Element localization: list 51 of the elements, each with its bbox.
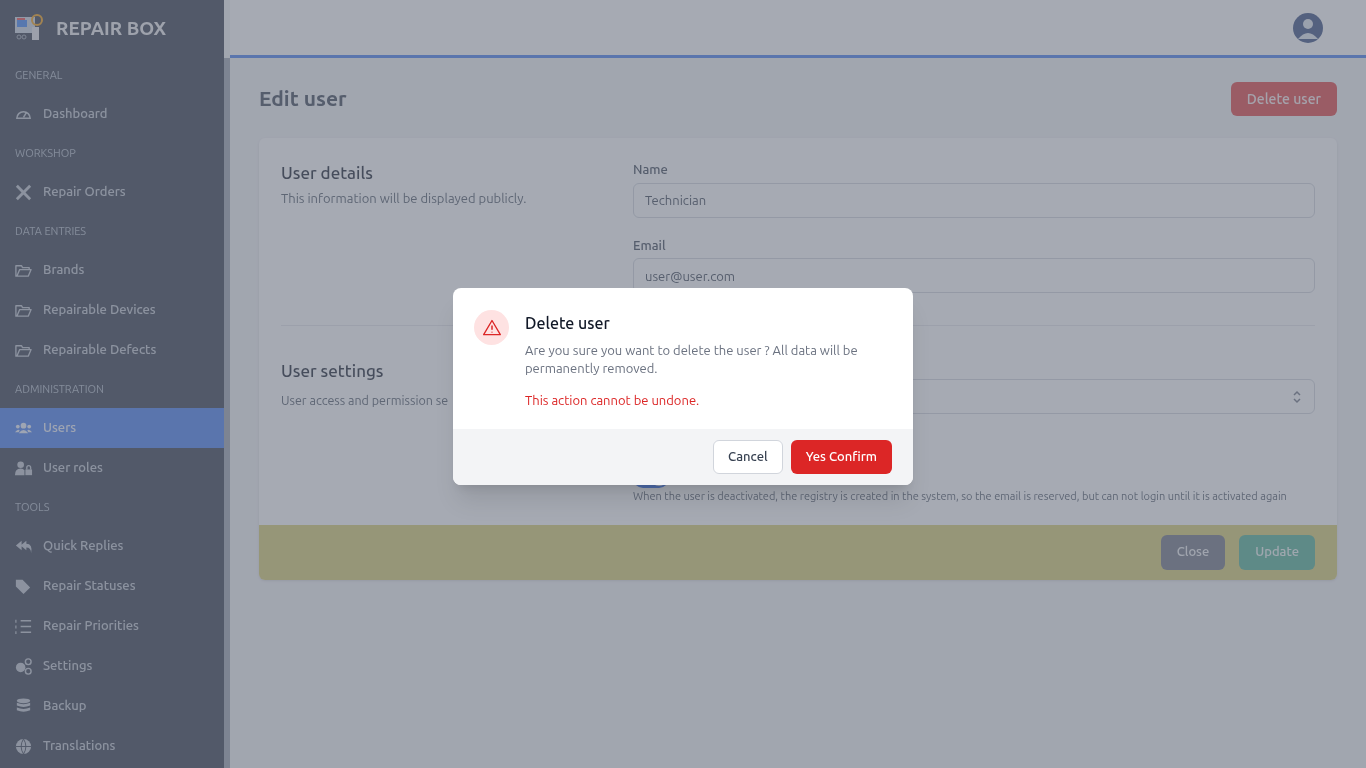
sidebar-item-label: Settings — [43, 657, 93, 675]
sidebar-item[interactable]: User roles — [0, 448, 224, 488]
chevron-up-down-icon — [1292, 388, 1302, 405]
sidebar-item[interactable]: Brands — [0, 250, 224, 290]
dialog-message: Are you sure you want to delete the user ? All data will be permanently removed. — [525, 342, 859, 377]
sidebar-item[interactable]: Users — [0, 408, 224, 448]
text-field[interactable]: Technician — [633, 182, 1315, 218]
dialog-title: Delete user — [525, 313, 611, 334]
sidebar-item-label: Dashboard — [43, 105, 108, 123]
sidebar-item[interactable]: Repair Orders — [0, 172, 224, 212]
confirm-button[interactable]: Yes Confirm — [790, 439, 892, 474]
globe-icon — [14, 736, 33, 756]
sidebar-item[interactable]: Repairable Devices — [0, 290, 224, 330]
sidebar-item-label: Repairable Defects — [43, 341, 157, 359]
sidebar-item-label: Repair Priorities — [43, 617, 139, 635]
logo-icon — [14, 13, 44, 43]
warning-icon — [474, 310, 509, 345]
sidebar-item-label: Repair Orders — [43, 183, 126, 201]
warning-text: This action cannot be undone. — [525, 392, 701, 409]
sidebar-item[interactable]: Repair Statuses — [0, 566, 224, 606]
sidebar-item[interactable]: Repairable Defects — [0, 330, 224, 370]
sidebar-item[interactable]: Dashboard — [0, 94, 224, 134]
toggle-help-text: When the user is deactivated, the registry is created in the system, so the email is reserved, but can not login until it is activated again — [633, 489, 1288, 504]
sidebar-item[interactable]: Settings — [0, 646, 224, 686]
cancel-button[interactable]: Cancel — [713, 439, 783, 474]
delete-user-button[interactable]: Delete user — [1230, 82, 1337, 116]
section-title: User settings — [281, 361, 384, 380]
field-label: Email — [633, 236, 667, 254]
sidebar-item-label: Repair Statuses — [43, 577, 136, 595]
field-label: Name — [633, 161, 669, 178]
sidebar-item-label: Quick Replies — [43, 537, 124, 555]
section-title: User details — [281, 162, 374, 184]
sidebar-item[interactable]: Quick Replies — [0, 526, 224, 566]
sidebar-item-label: User roles — [43, 459, 103, 477]
gears-icon — [14, 656, 33, 676]
avatar[interactable] — [1293, 12, 1323, 43]
sidebar-item-label: Translations — [43, 737, 116, 755]
section-description: This information will be displayed publicly. — [281, 189, 528, 207]
update-button[interactable]: Update — [1239, 534, 1315, 570]
text-field[interactable]: user@user.com — [633, 258, 1315, 293]
app-name: REPAIR BOX — [56, 15, 167, 41]
user-lock-icon — [14, 458, 33, 478]
sidebar-item[interactable]: Backup — [0, 686, 224, 726]
sidebar-item-label: Users — [43, 419, 77, 437]
sidebar-item-label: Brands — [43, 261, 85, 279]
sidebar-item-label: Backup — [43, 697, 87, 715]
page-title: Edit user — [259, 85, 347, 113]
sidebar-item[interactable]: Translations — [0, 726, 224, 766]
section-description: User access and permission se — [281, 392, 449, 407]
sidebar-item[interactable]: Repair Priorities — [0, 606, 224, 646]
sidebar-item-label: Repairable Devices — [43, 301, 156, 319]
